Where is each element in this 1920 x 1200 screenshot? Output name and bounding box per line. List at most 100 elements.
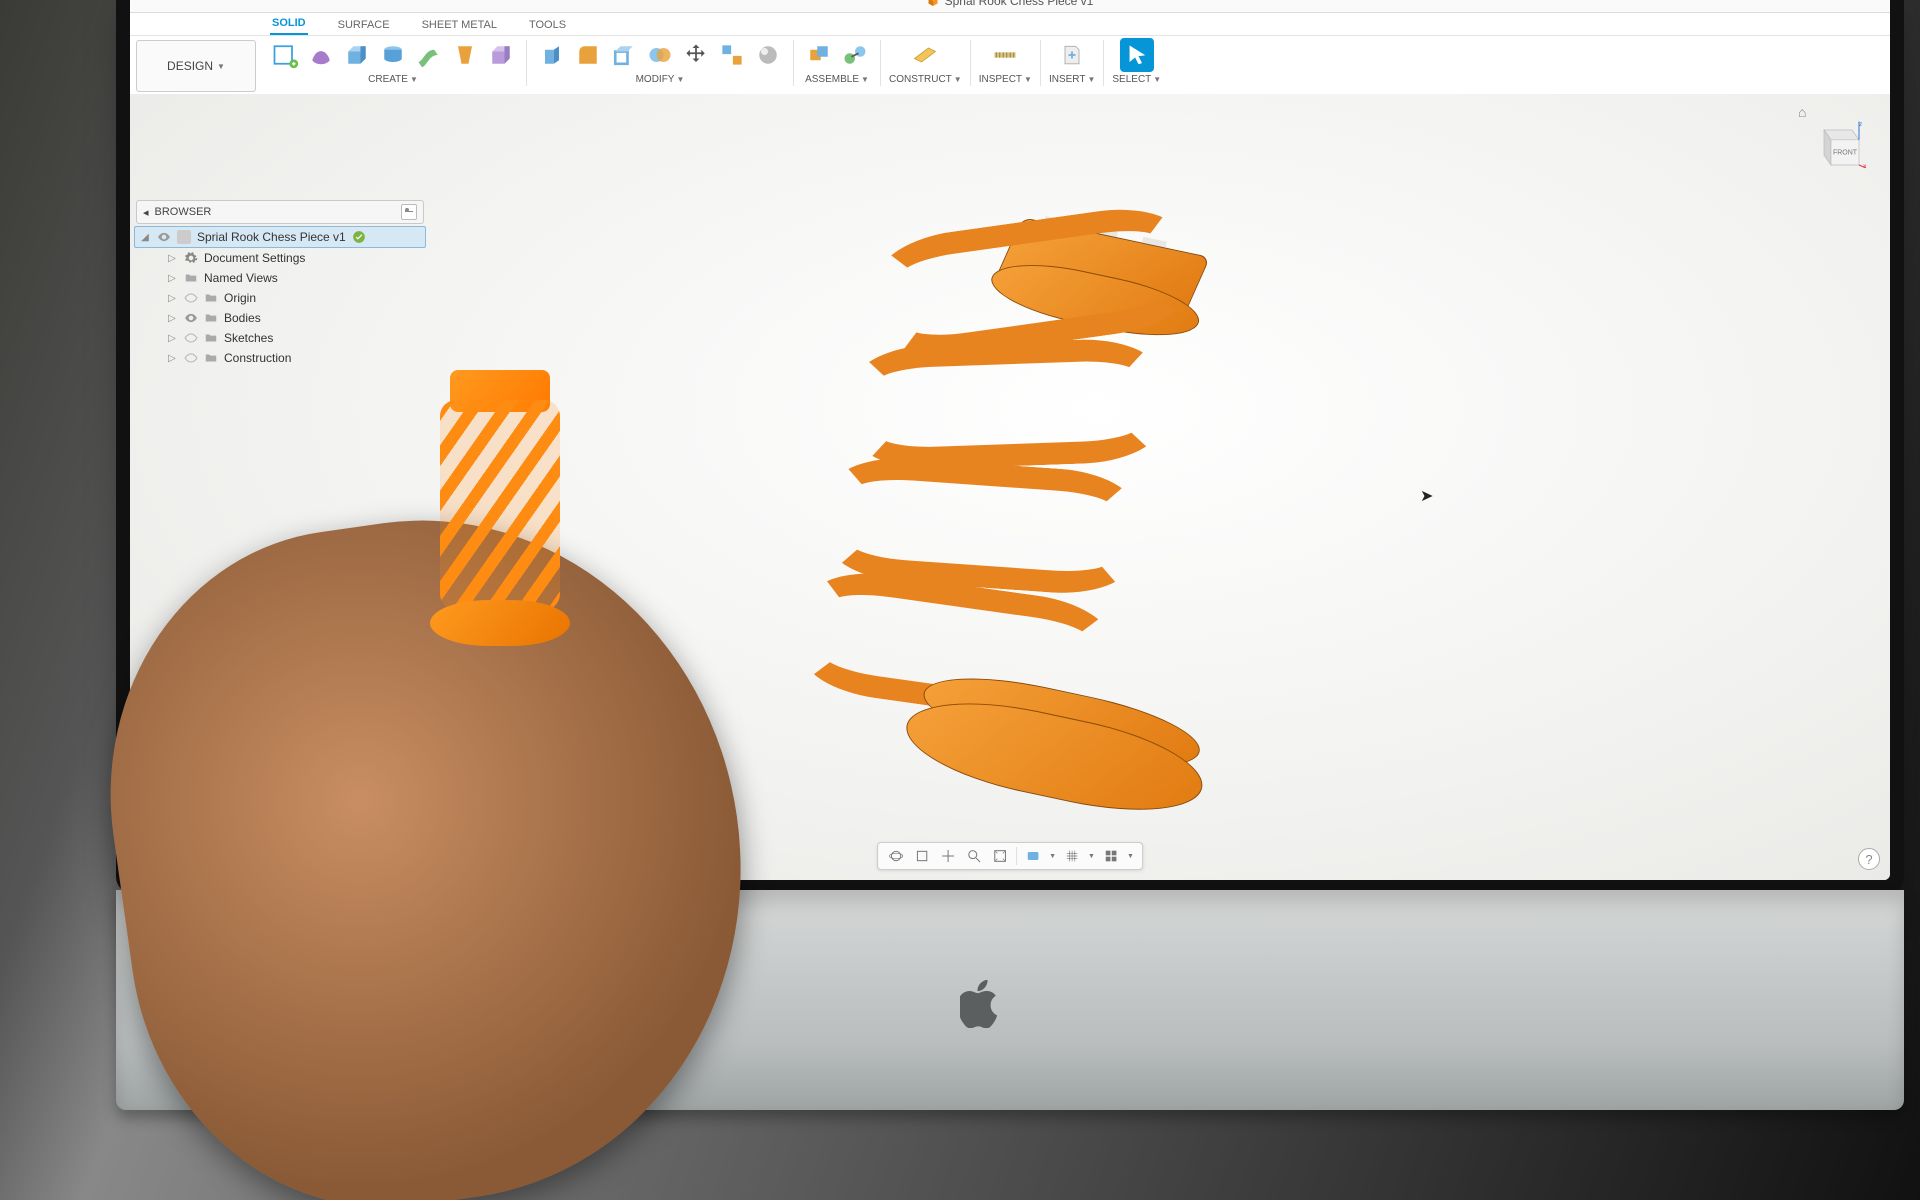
browser-named-views-label: Named Views [204,271,278,285]
browser-header[interactable]: ◂ BROWSER [136,200,424,224]
chevron-down-icon[interactable]: ▼ [954,75,962,84]
extrude-button[interactable] [340,38,374,72]
expand-icon[interactable]: ▷ [166,332,178,344]
design-label: DESIGN [167,59,213,73]
browser-construction-label: Construction [224,351,291,365]
visibility-icon[interactable] [157,230,171,244]
construct-plane-button[interactable] [908,38,942,72]
chevron-down-icon[interactable]: ▼ [1024,75,1032,84]
browser-root-row[interactable]: ◢ Sprial Rook Chess Piece v1 [134,226,426,248]
shell-button[interactable] [607,38,641,72]
chevron-down-icon[interactable]: ▼ [1153,75,1161,84]
folder-icon [204,311,218,325]
ribbon-group-insert: INSERT▼ [1045,38,1099,85]
joint-button[interactable] [838,38,872,72]
browser-row-bodies[interactable]: ▷ Bodies [134,308,426,328]
folder-icon [204,351,218,365]
ribbon-inspect-label: INSPECT [979,74,1022,85]
grid-settings-icon[interactable] [1062,846,1082,866]
chevron-down-icon[interactable]: ▼ [410,75,418,84]
ribbon-separator [526,40,527,86]
browser-panel: ◂ BROWSER ◢ Sprial Rook Chess Piece v1 ▷ [130,198,430,368]
design-workspace-button[interactable]: DESIGN ▼ [136,40,256,92]
look-at-icon[interactable] [912,846,932,866]
browser-options-icon[interactable] [401,204,417,220]
chevron-down-icon[interactable]: ▼ [861,75,869,84]
browser-row-origin[interactable]: ▷ Origin [134,288,426,308]
visibility-icon[interactable] [184,311,198,325]
expand-icon[interactable]: ▷ [166,352,178,364]
new-sketch-button[interactable] [268,38,302,72]
box-button[interactable] [484,38,518,72]
ribbon-modify-label: MODIFY [636,74,675,85]
visibility-icon[interactable] [184,291,198,305]
display-settings-icon[interactable] [1023,846,1043,866]
tab-surface[interactable]: SURFACE [336,15,392,35]
print-body [440,400,560,610]
visibility-icon[interactable] [184,331,198,345]
move-button[interactable] [679,38,713,72]
browser-row-sketches[interactable]: ▷ Sketches [134,328,426,348]
loft-button[interactable] [448,38,482,72]
title-bar: Sprial Rook Chess Piece v1 [130,0,1890,13]
app-cube-icon [927,0,939,7]
align-button[interactable] [715,38,749,72]
chevron-down-icon[interactable]: ▼ [1049,853,1056,860]
fit-icon[interactable] [990,846,1010,866]
combine-button[interactable] [643,38,677,72]
viewcube-face-label: FRONT [1833,150,1858,157]
browser-row-doc-settings[interactable]: ▷ Document Settings [134,248,426,268]
chevron-left-icon: ◂ [143,206,149,219]
pan-icon[interactable] [938,846,958,866]
chevron-down-icon[interactable]: ▼ [676,75,684,84]
ribbon-group-modify: MODIFY▼ [531,38,789,85]
view-cube[interactable]: ⌂ FRONT z x [1798,104,1872,178]
ribbon-separator [1103,40,1104,86]
expand-root-icon[interactable]: ◢ [139,231,151,243]
browser-header-label: BROWSER [155,206,212,218]
new-component-button[interactable] [802,38,836,72]
select-tool-button[interactable] [1120,38,1154,72]
fillet-button[interactable] [571,38,605,72]
expand-icon[interactable]: ▷ [166,312,178,324]
ribbon-insert-label: INSERT [1049,74,1086,85]
folder-icon [204,291,218,305]
expand-icon[interactable]: ▷ [166,292,178,304]
rendered-model[interactable] [773,191,1367,878]
browser-row-construction[interactable]: ▷ Construction [134,348,426,368]
revolve-button[interactable] [376,38,410,72]
browser-origin-label: Origin [224,291,256,305]
help-badge[interactable]: ? [1858,848,1880,870]
press-pull-button[interactable] [535,38,569,72]
measure-button[interactable] [988,38,1022,72]
browser-bodies-label: Bodies [224,311,261,325]
view-cube-widget[interactable]: FRONT z x [1810,116,1866,172]
help-label: ? [1865,852,1872,867]
expand-icon[interactable]: ▷ [166,272,178,284]
saved-check-icon [352,230,366,244]
browser-doc-settings-label: Document Settings [204,251,305,265]
tab-solid[interactable]: SOLID [270,13,308,35]
insert-derive-button[interactable] [1055,38,1089,72]
zoom-icon[interactable] [964,846,984,866]
create-form-button[interactable] [304,38,338,72]
chevron-down-icon: ▼ [217,62,225,71]
chevron-down-icon[interactable]: ▼ [1087,75,1095,84]
visibility-icon[interactable] [184,351,198,365]
physical-material-button[interactable] [751,38,785,72]
tab-sheet-metal[interactable]: SHEET METAL [420,15,499,35]
sweep-button[interactable] [412,38,446,72]
browser-tree: ◢ Sprial Rook Chess Piece v1 ▷ Document … [130,226,430,368]
viewport-layout-icon[interactable] [1101,846,1121,866]
ribbon-toolbar: DESIGN ▼ CREATE▼ [130,36,1890,97]
orbit-icon[interactable] [886,846,906,866]
apple-logo-icon [960,980,1000,1028]
ribbon-separator [880,40,881,86]
photo-background: Sprial Rook Chess Piece v1 SOLID SURFACE… [0,0,1920,1200]
tab-tools[interactable]: TOOLS [527,15,568,35]
browser-row-named-views[interactable]: ▷ Named Views [134,268,426,288]
expand-icon[interactable]: ▷ [166,252,178,264]
chevron-down-icon[interactable]: ▼ [1088,853,1095,860]
chevron-down-icon[interactable]: ▼ [1127,853,1134,860]
home-view-icon[interactable]: ⌂ [1798,104,1806,120]
